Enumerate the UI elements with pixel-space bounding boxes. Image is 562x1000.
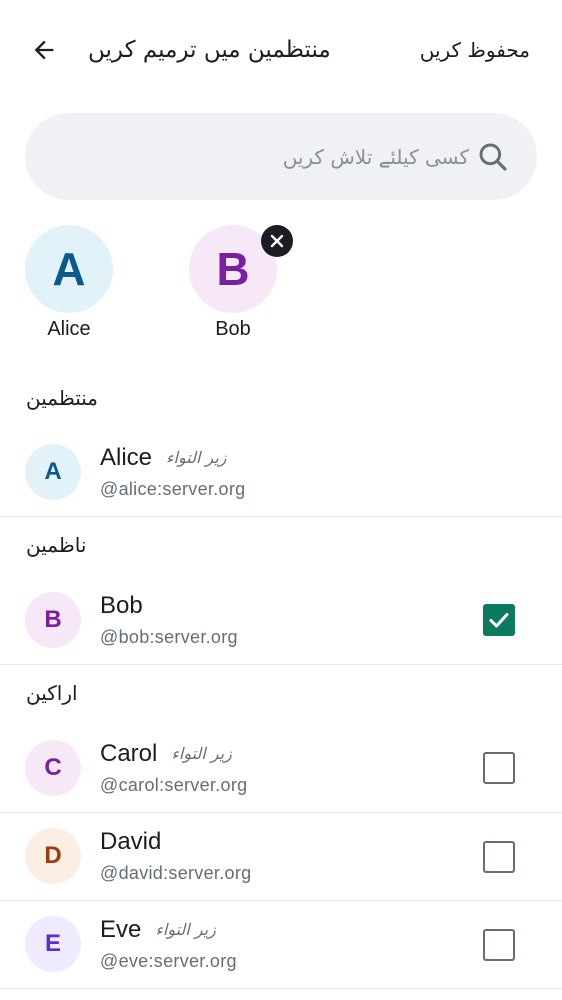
user-id: @eve:server.org [100, 951, 237, 971]
user-name-row: Eve زیر التواء [100, 915, 216, 945]
arrow-back-icon [34, 40, 54, 60]
divider [0, 900, 562, 901]
checkbox-david[interactable] [483, 841, 515, 873]
chip-name: Bob [215, 318, 251, 340]
avatar: D [25, 828, 81, 884]
pending-tag: زیر التواء [155, 920, 216, 939]
list-item-carol[interactable]: C Carol زیر التواء @carol:server.org [0, 726, 562, 812]
user-name: Carol [100, 740, 158, 767]
chip-name: Alice [47, 318, 91, 340]
divider [0, 664, 562, 665]
avatar: E [25, 916, 81, 972]
selected-chip-alice: A Alice [25, 225, 113, 341]
save-button[interactable]: محفوظ کریں [420, 30, 530, 70]
pending-tag: زیر التواء [171, 744, 232, 763]
checkbox-bob[interactable] [483, 604, 515, 636]
avatar: B [25, 592, 81, 648]
user-name: Alice [100, 444, 153, 471]
avatar: B [216, 243, 250, 295]
search-bar[interactable] [25, 113, 537, 200]
checkbox-carol[interactable] [483, 752, 515, 784]
user-name: Eve [100, 916, 142, 943]
close-icon [270, 234, 284, 248]
list-item-eve[interactable]: E Eve زیر التواء @eve:server.org [0, 902, 562, 988]
section-header-admins: منتظمین [26, 386, 99, 410]
user-name-row: Carol زیر التواء [100, 739, 232, 769]
user-name: David [100, 828, 162, 855]
list-item-alice: A Alice زیر التواء @alice:server.org [0, 430, 562, 516]
user-id: @carol:server.org [100, 775, 248, 795]
check-icon [489, 613, 509, 628]
search-input[interactable] [49, 113, 469, 200]
divider [0, 516, 562, 517]
checkbox-eve[interactable] [483, 929, 515, 961]
section-header-moderators: ناظمین [26, 533, 87, 557]
user-id: @david:server.org [100, 863, 252, 883]
avatar: A [25, 444, 81, 500]
avatar: C [25, 740, 81, 796]
avatar-container: B [189, 225, 293, 313]
user-name: Bob [100, 592, 143, 619]
divider [0, 812, 562, 813]
list-item-david[interactable]: D David @david:server.org [0, 814, 562, 900]
divider [0, 988, 562, 989]
user-name-row: David [100, 827, 161, 857]
user-id: @alice:server.org [100, 479, 246, 499]
section-header-members: اراکین [26, 681, 78, 705]
back-button[interactable] [24, 30, 64, 70]
remove-chip-button[interactable] [261, 225, 293, 257]
pending-tag: زیر التواء [166, 448, 227, 467]
search-icon [479, 143, 507, 171]
user-name-row: Bob [100, 591, 143, 621]
user-name-row: Alice زیر التواء [100, 443, 227, 473]
top-app-bar: منتظمین میں ترمیم کریں محفوظ کریں [0, 0, 562, 100]
page-title: منتظمین میں ترمیم کریں [88, 37, 331, 63]
selected-chip-bob: B Bob [189, 225, 293, 341]
list-item-bob[interactable]: B Bob @bob:server.org [0, 578, 562, 664]
avatar: A [25, 225, 113, 313]
user-id: @bob:server.org [100, 627, 238, 647]
